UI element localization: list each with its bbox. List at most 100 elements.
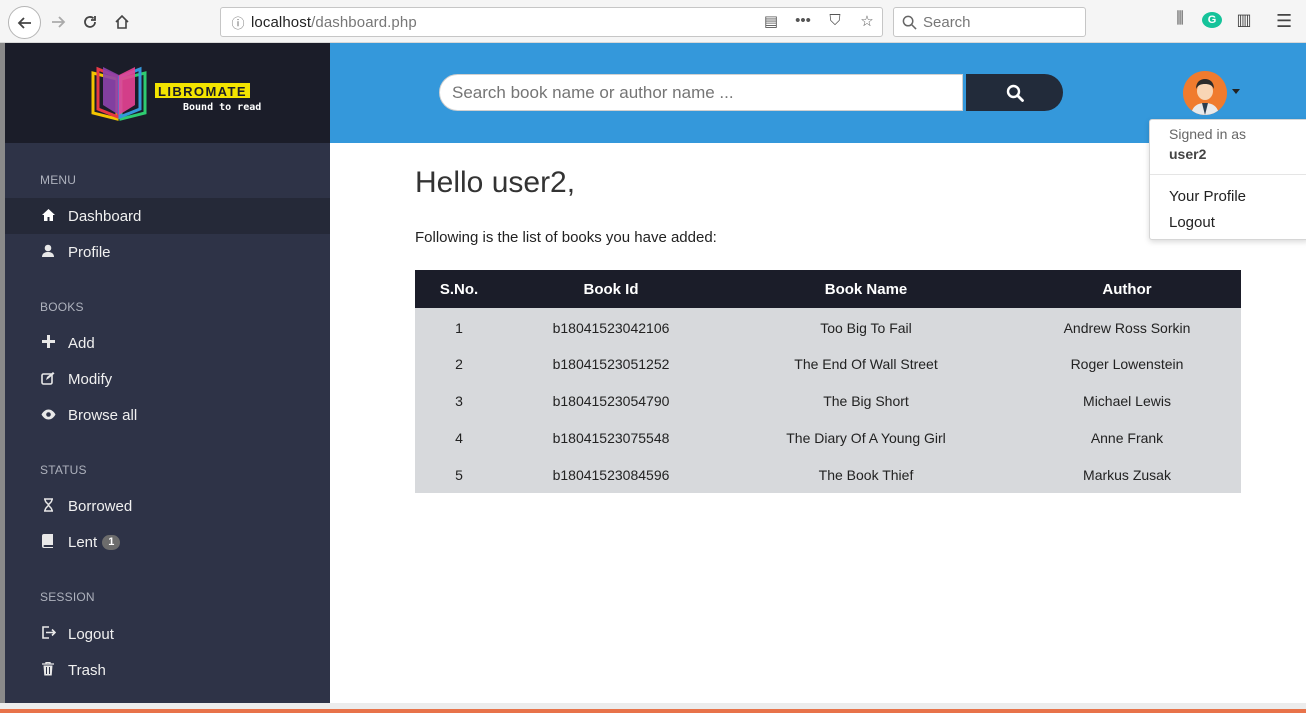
trash-icon	[39, 661, 57, 679]
section-title-menu: MENU	[40, 173, 77, 187]
column-header-sno: S.No.	[415, 270, 503, 308]
brand-area: LIBROMATE Bound to read	[5, 43, 330, 143]
hamburger-menu-icon[interactable]: ☰	[1276, 11, 1292, 32]
cell-book-id: b18041523084596	[503, 456, 719, 493]
cell-author: Anne Frank	[1013, 419, 1241, 456]
brand-tagline: Bound to read	[183, 102, 262, 113]
cell-author: Roger Lowenstein	[1013, 345, 1241, 382]
sidebar-item-add[interactable]: Add	[5, 325, 330, 361]
search-button[interactable]	[966, 74, 1063, 111]
table-row: 4 b18041523075548 The Diary Of A Young G…	[415, 419, 1241, 456]
page-actions-icon[interactable]: •••	[794, 12, 812, 30]
sidebar-item-borrowed[interactable]: Borrowed	[5, 488, 330, 524]
section-title-books: BOOKS	[40, 300, 84, 314]
signed-in-label: Signed in as	[1169, 126, 1247, 142]
user-avatar[interactable]	[1183, 71, 1227, 115]
library-icon[interactable]: ⫼	[1170, 10, 1190, 30]
avatar-person-icon	[1183, 71, 1227, 115]
signed-in-username: user2	[1169, 146, 1207, 162]
libromate-logo[interactable]: LIBROMATE Bound to read	[87, 65, 267, 121]
sidebar-item-dashboard[interactable]: Dashboard	[5, 198, 330, 234]
sidebar-item-label: Lent	[68, 533, 98, 551]
address-bar[interactable]: ⓘ localhost/dashboard.php ▤ ••• ⛉ ☆	[220, 7, 883, 37]
search-icon	[902, 15, 917, 30]
reload-icon	[84, 16, 96, 28]
site-info-icon[interactable]: ⓘ	[225, 13, 251, 32]
plus-icon	[39, 335, 57, 351]
cell-book-name: The Book Thief	[719, 456, 1013, 493]
eye-icon	[39, 407, 57, 423]
cell-author: Markus Zusak	[1013, 456, 1241, 493]
sidebar-item-label: Logout	[68, 625, 114, 643]
grammarly-icon[interactable]: G	[1202, 10, 1222, 30]
sidebar-item-trash[interactable]: Trash	[5, 652, 330, 688]
section-title-status: STATUS	[40, 463, 87, 477]
book-search-input[interactable]	[439, 74, 963, 111]
sidebar-toggle-icon[interactable]: ▥	[1234, 10, 1254, 30]
reload-button[interactable]	[74, 6, 106, 38]
user-icon	[39, 244, 57, 261]
user-dropdown-menu: Signed in as user2 Your Profile Logout	[1149, 119, 1306, 240]
sidebar-item-label: Profile	[68, 243, 111, 261]
sidebar-item-label: Browse all	[68, 406, 138, 424]
pocket-icon[interactable]: ⛉	[826, 12, 844, 30]
hourglass-icon	[39, 497, 57, 515]
table-row: 1 b18041523042106 Too Big To Fail Andrew…	[415, 308, 1241, 345]
page-greeting: Hello user2,	[415, 166, 576, 199]
sidebar-item-label: Dashboard	[68, 207, 142, 225]
column-header-book-id: Book Id	[503, 270, 719, 308]
user-menu-caret-icon[interactable]	[1232, 89, 1240, 94]
sidebar: LIBROMATE Bound to read MENU Dashboard P…	[5, 43, 330, 703]
cell-sno: 4	[415, 419, 503, 456]
reader-view-icon[interactable]: ▤	[762, 12, 780, 30]
dropdown-logout-link[interactable]: Logout	[1169, 214, 1215, 231]
sidebar-item-lent[interactable]: Lent 1	[5, 524, 330, 560]
table-row: 2 b18041523051252 The End Of Wall Street…	[415, 345, 1241, 382]
cell-book-id: b18041523051252	[503, 345, 719, 382]
books-table: S.No. Book Id Book Name Author 1 b180415…	[415, 270, 1241, 493]
page-footer-strip	[0, 703, 1306, 713]
forward-button[interactable]	[42, 6, 74, 38]
brand-name: LIBROMATE	[155, 83, 250, 99]
cell-author: Andrew Ross Sorkin	[1013, 308, 1241, 345]
cell-sno: 1	[415, 308, 503, 345]
back-button[interactable]	[8, 6, 41, 39]
sidebar-item-profile[interactable]: Profile	[5, 234, 330, 270]
search-icon	[1006, 84, 1024, 102]
dropdown-divider	[1150, 174, 1306, 175]
sidebar-item-label: Borrowed	[68, 497, 133, 515]
browser-search-field[interactable]: Search	[893, 7, 1086, 37]
cell-book-id: b18041523054790	[503, 382, 719, 419]
home-icon	[39, 208, 57, 225]
home-icon	[115, 14, 129, 29]
table-header-row: S.No. Book Id Book Name Author	[415, 270, 1241, 308]
url-text: localhost/dashboard.php	[251, 13, 417, 31]
column-header-author: Author	[1013, 270, 1241, 308]
section-title-session: SESSION	[40, 590, 95, 604]
logout-icon	[39, 626, 57, 642]
sidebar-item-browse-all[interactable]: Browse all	[5, 397, 330, 433]
your-profile-link[interactable]: Your Profile	[1169, 188, 1246, 205]
forward-arrow-icon	[52, 16, 66, 28]
book-icon	[39, 533, 57, 551]
cell-book-id: b18041523075548	[503, 419, 719, 456]
table-row: 3 b18041523054790 The Big Short Michael …	[415, 382, 1241, 419]
books-list-intro: Following is the list of books you have …	[415, 229, 717, 246]
browser-search-placeholder: Search	[923, 13, 971, 31]
sidebar-item-modify[interactable]: Modify	[5, 361, 330, 397]
lent-count-badge: 1	[102, 534, 121, 550]
cell-book-name: The Diary Of A Young Girl	[719, 419, 1013, 456]
cell-book-name: The Big Short	[719, 382, 1013, 419]
sidebar-item-label: Modify	[68, 370, 113, 388]
cell-book-id: b18041523042106	[503, 308, 719, 345]
back-arrow-icon	[17, 16, 31, 29]
cell-sno: 2	[415, 345, 503, 382]
column-header-book-name: Book Name	[719, 270, 1013, 308]
sidebar-item-logout[interactable]: Logout	[5, 616, 330, 652]
cell-author: Michael Lewis	[1013, 382, 1241, 419]
bookmark-star-icon[interactable]: ☆	[858, 12, 876, 30]
sidebar-item-label: Add	[68, 334, 95, 352]
browser-toolbar: ⓘ localhost/dashboard.php ▤ ••• ⛉ ☆ Sear…	[0, 0, 1306, 43]
home-button[interactable]	[106, 6, 138, 38]
book-logo-icon	[91, 66, 147, 121]
